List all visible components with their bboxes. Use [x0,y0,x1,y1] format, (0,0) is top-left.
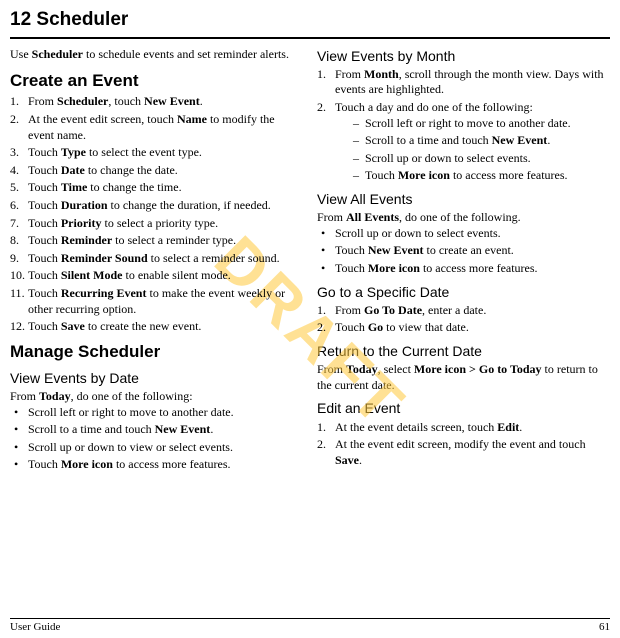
page-footer: User Guide 61 [10,618,610,634]
list-item: Touch Reminder to select a reminder type… [10,233,303,249]
list-item: Touch More icon to access more features. [335,168,610,184]
heading-edit-event: Edit an Event [317,399,610,417]
heading-view-by-date: View Events by Date [10,369,303,387]
create-event-steps: From Scheduler, touch New Event. At the … [10,94,303,334]
list-item: Touch Reminder Sound to select a reminde… [10,251,303,267]
view-all-intro: From All Events, do one of the following… [317,210,610,226]
list-item: Touch Date to change the date. [10,163,303,179]
list-item: Scroll to a time and touch New Event. [335,133,610,149]
return-current-body: From Today, select More icon > Go to Tod… [317,362,610,393]
heading-manage-scheduler: Manage Scheduler [10,341,303,363]
list-item: Touch New Event to create an event. [317,243,610,259]
list-item: At the event edit screen, touch Name to … [10,112,303,143]
list-item: At the event edit screen, modify the eve… [317,437,610,468]
content-columns: Use Scheduler to schedule events and set… [10,47,610,475]
list-item: Touch Recurring Event to make the event … [10,286,303,317]
list-item: Scroll left or right to move to another … [10,405,303,421]
right-column: View Events by Month From Month, scroll … [317,47,610,475]
list-item: At the event details screen, touch Edit. [317,420,610,436]
list-item: Scroll up or down to select events. [335,151,610,167]
list-item: Touch a day and do one of the following:… [317,100,610,184]
heading-view-by-month: View Events by Month [317,47,610,65]
list-item: Touch Priority to select a priority type… [10,216,303,232]
list-item: Scroll up or down to view or select even… [10,440,303,456]
view-by-date-list: Scroll left or right to move to another … [10,405,303,473]
view-by-month-steps: From Month, scroll through the month vie… [317,67,610,184]
list-item: Touch Duration to change the duration, i… [10,198,303,214]
list-item: From Go To Date, enter a date. [317,303,610,319]
list-item: Scroll to a time and touch New Event. [10,422,303,438]
list-item: Scroll up or down to select events. [317,226,610,242]
list-item: From Month, scroll through the month vie… [317,67,610,98]
edit-event-steps: At the event details screen, touch Edit.… [317,420,610,469]
go-to-date-steps: From Go To Date, enter a date. Touch Go … [317,303,610,336]
list-item: Touch Type to select the event type. [10,145,303,161]
list-item: Scroll left or right to move to another … [335,116,610,132]
chapter-title: 12 Scheduler [10,8,610,39]
list-item: Touch More icon to access more features. [317,261,610,277]
intro-text: Use Scheduler to schedule events and set… [10,47,303,63]
heading-create-event: Create an Event [10,70,303,92]
footer-left: User Guide [10,620,60,634]
page: DRAFT 12 Scheduler Use Scheduler to sche… [0,0,620,638]
heading-view-all: View All Events [317,190,610,208]
view-by-date-intro: From Today, do one of the following: [10,389,303,405]
list-item: Touch Time to change the time. [10,180,303,196]
left-column: Use Scheduler to schedule events and set… [10,47,303,475]
list-item: Touch Go to view that date. [317,320,610,336]
list-item: From Scheduler, touch New Event. [10,94,303,110]
view-by-month-sublist: Scroll left or right to move to another … [335,116,610,184]
list-item: Touch Save to create the new event. [10,319,303,335]
list-item: Touch Silent Mode to enable silent mode. [10,268,303,284]
view-all-list: Scroll up or down to select events. Touc… [317,226,610,277]
heading-go-to-date: Go to a Specific Date [317,283,610,301]
heading-return-current: Return to the Current Date [317,342,610,360]
footer-page-number: 61 [599,620,610,634]
list-item: Touch More icon to access more features. [10,457,303,473]
